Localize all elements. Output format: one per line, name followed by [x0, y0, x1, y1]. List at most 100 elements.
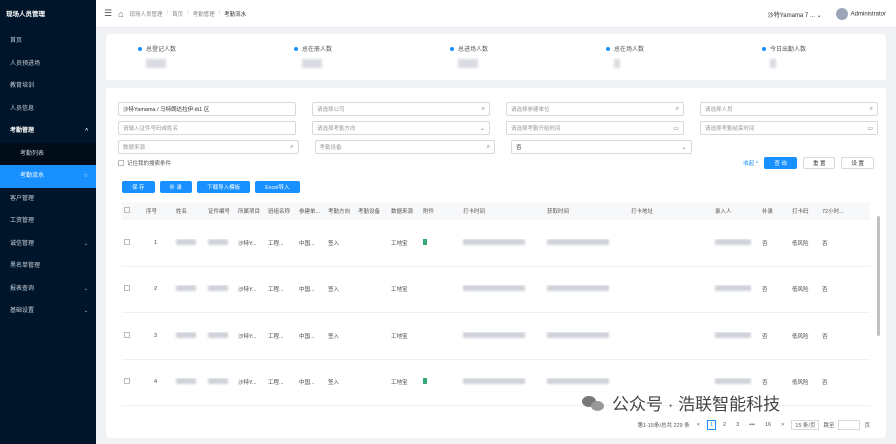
- reset-button[interactable]: 重 置: [802, 157, 836, 169]
- query-button[interactable]: 查 询: [764, 157, 797, 169]
- home-icon[interactable]: ⌂: [118, 9, 123, 19]
- chevron-down-icon: ⌄: [83, 240, 88, 247]
- sidebar-item-wages[interactable]: 工资管理: [0, 210, 96, 233]
- row-checkbox[interactable]: [124, 238, 130, 245]
- redacted-id: [208, 238, 228, 245]
- sidebar-item-blacklist[interactable]: 黑名单管理: [0, 255, 96, 278]
- redacted-entry-person: [715, 285, 751, 292]
- breadcrumb-item[interactable]: 现场人员管理: [130, 10, 163, 18]
- stats-panel: 总登记人数 总在册人数 总进场人数 总在场人数 今日出勤人数: [106, 34, 886, 80]
- device-select[interactable]: 考勤设备 ⌕: [314, 140, 495, 154]
- prev-page-button[interactable]: <: [694, 420, 703, 430]
- chevron-down-icon: ⌄: [83, 285, 88, 292]
- start-time-picker[interactable]: 请选择考勤开始时间 ▭: [506, 121, 684, 135]
- sidebar-item-credit[interactable]: 诚信管理 ⌄: [0, 233, 96, 256]
- attachment-icon[interactable]: [423, 238, 427, 245]
- star-icon[interactable]: ☆: [84, 165, 88, 188]
- row-checkbox[interactable]: [124, 378, 130, 385]
- table-row[interactable]: 3 沙特Y... 工程... 中国... 签入 工地宝 否 低风险 否: [122, 313, 870, 360]
- id-name-input[interactable]: 请输入证件号码或姓名: [118, 121, 296, 135]
- redacted-get-time: [547, 331, 609, 338]
- table-header: 序号 姓名 证件编号 所属项目 班组名称 参建单... 考勤方向 考勤设备 数据…: [122, 202, 870, 220]
- watermark: 公众号 · 浩联智能科技: [582, 390, 780, 415]
- redacted-id: [208, 378, 228, 385]
- sidebar-item-basic-settings[interactable]: 基础设置 ⌄: [0, 300, 96, 323]
- end-time-picker[interactable]: 请选择考勤结束时间 ▭: [700, 121, 878, 135]
- stat-value: [458, 59, 478, 68]
- sidebar-title: 现场人员管理: [6, 11, 45, 18]
- project-area-select[interactable]: 沙特Yamama / 马特朗达拉伊-ib1 区: [118, 102, 296, 116]
- sidebar-item-personnel[interactable]: 人员信息: [0, 98, 96, 121]
- avatar: [835, 8, 848, 20]
- collapse-link[interactable]: 收起 ^: [743, 159, 758, 167]
- redacted-get-time: [547, 285, 609, 292]
- sidebar: 现场人员管理 首页 人员预进场 教育培训 人员信息 考勤管理 ^ 考勤列表 考勤流…: [0, 0, 96, 444]
- main-panel: 沙特Yamama / 马特朗达拉伊-ib1 区 请选择公司 ⌕ 请选择参建单位 ⌕ …: [106, 88, 886, 438]
- toolbar: 保 存 补 录 下载导入模板 Excel导入: [122, 181, 300, 193]
- unit-select[interactable]: 请选择参建单位 ⌕: [506, 102, 684, 116]
- stat-value: [146, 59, 166, 68]
- menu-fold-icon[interactable]: ☰: [104, 8, 112, 19]
- sidebar-item-home[interactable]: 首页: [0, 30, 96, 53]
- breadcrumb-item[interactable]: 首页: [172, 10, 183, 18]
- redacted-name: [176, 378, 196, 385]
- page-ellipsis[interactable]: •••: [746, 420, 758, 430]
- page-size-select[interactable]: 15 条/页: [791, 420, 820, 430]
- stat-value: [614, 59, 620, 68]
- calendar-icon: ▭: [673, 125, 679, 132]
- redacted-punch-time: [463, 331, 525, 338]
- project-selector[interactable]: 沙特Yamama 7 ... ⌄: [768, 10, 822, 19]
- sidebar-item-pre-entry[interactable]: 人员预进场: [0, 53, 96, 76]
- remember-filter[interactable]: 记住我的搜索条件: [118, 159, 171, 167]
- redacted-id: [208, 285, 228, 292]
- chevron-down-icon: ⌄: [83, 308, 88, 314]
- stat-total-enrolled: 总在册人数: [262, 34, 418, 80]
- sidebar-item-reports[interactable]: 报表查询 ⌄: [0, 278, 96, 301]
- attendance-table: 序号 姓名 证件编号 所属项目 班组名称 参建单... 考勤方向 考勤设备 数据…: [122, 202, 870, 406]
- data-source-select[interactable]: 数据来源 ⌕: [118, 140, 299, 154]
- user-menu[interactable]: Administrator: [835, 8, 886, 20]
- yes-no-select[interactable]: 否 ⌄: [511, 140, 692, 154]
- page-button[interactable]: 2: [720, 420, 729, 430]
- redacted-punch-time: [463, 378, 525, 385]
- goto-page-input[interactable]: [838, 420, 861, 430]
- attachment-icon[interactable]: [423, 378, 427, 385]
- redacted-id: [208, 331, 228, 338]
- row-checkbox[interactable]: [124, 285, 130, 292]
- sidebar-item-attendance[interactable]: 考勤管理 ^: [0, 120, 96, 143]
- select-all-checkbox[interactable]: [124, 207, 130, 213]
- next-page-button[interactable]: >: [778, 420, 787, 430]
- company-select[interactable]: 请选择公司 ⌕: [312, 102, 490, 116]
- excel-import-button[interactable]: Excel导入: [255, 181, 300, 193]
- table-scrollbar[interactable]: [877, 216, 880, 336]
- sidebar-item-customers[interactable]: 客户管理: [0, 188, 96, 211]
- pagination: 第1-15条/总共 229 条 < 1 2 3 ••• 16 > 15 条/页 …: [637, 420, 870, 430]
- sidebar-item-attendance-flow[interactable]: 考勤流水 ☆: [0, 165, 96, 188]
- top-header: ☰ ⌂ 现场人员管理 / 首页 / 考勤管理 / 考勤流水 沙特Yamama 7 ..…: [96, 0, 896, 28]
- table-row[interactable]: 2 沙特Y... 工程... 中国... 签入 工地宝 否 低风险 否: [122, 267, 870, 313]
- direction-select[interactable]: 请选择考勤方向 ⌄: [312, 121, 490, 135]
- page-button[interactable]: 3: [733, 420, 742, 430]
- row-checkbox[interactable]: [124, 331, 130, 338]
- sidebar-item-attendance-list[interactable]: 考勤列表: [0, 142, 96, 165]
- remember-checkbox[interactable]: [118, 160, 124, 166]
- filter-form: 沙特Yamama / 马特朗达拉伊-ib1 区 请选择公司 ⌕ 请选择参建单位 ⌕ …: [118, 102, 878, 159]
- breadcrumb-item[interactable]: 考勤管理: [193, 10, 215, 18]
- search-icon: ⌕: [290, 143, 294, 150]
- stat-today-attendance: 今日出勤人数: [730, 34, 886, 80]
- person-select[interactable]: 请选择人员 ⌕: [700, 102, 878, 116]
- page-button[interactable]: 1: [706, 420, 717, 430]
- redacted-name: [176, 331, 196, 338]
- redacted-entry-person: [715, 331, 751, 338]
- sidebar-item-training[interactable]: 教育培训: [0, 75, 96, 98]
- save-button[interactable]: 保 存: [122, 181, 155, 193]
- search-icon: ⌕: [486, 143, 490, 150]
- download-template-button[interactable]: 下载导入模板: [197, 181, 251, 193]
- page-button[interactable]: 16: [762, 420, 774, 430]
- calendar-icon: ▭: [867, 125, 873, 132]
- settings-button[interactable]: 设 置: [841, 157, 874, 169]
- table-row[interactable]: 1 沙特Y... 工程... 中国... 签入 工地宝 否 低风险 否: [122, 220, 870, 267]
- supplement-button[interactable]: 补 录: [159, 181, 193, 193]
- stat-total-registered: 总登记人数: [106, 34, 262, 80]
- redacted-entry-person: [715, 378, 751, 385]
